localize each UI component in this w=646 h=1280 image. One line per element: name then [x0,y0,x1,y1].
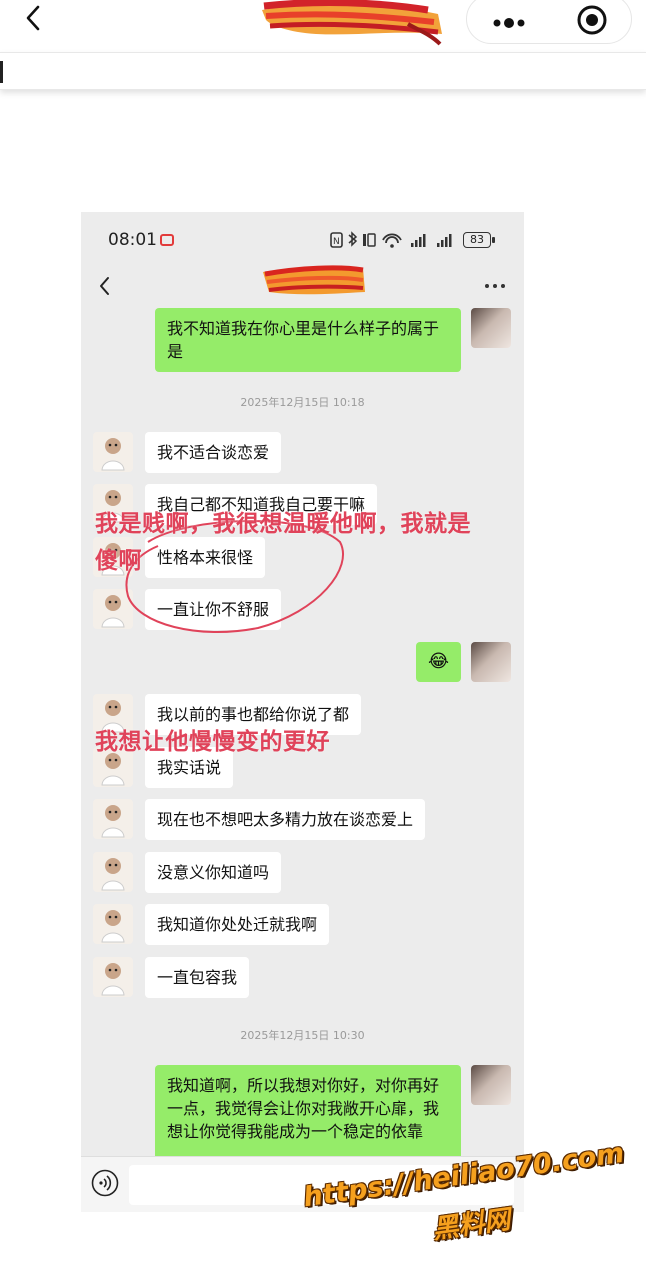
avatar-him-image [101,438,125,471]
avatar-him-image [101,858,125,891]
avatar-him [93,852,133,892]
mini-program-capsule [466,0,632,44]
avatar-him-image [101,910,125,943]
battery-indicator: 83 [463,232,491,248]
avatar-him [93,904,133,944]
status-time: 08:01 [108,230,157,250]
annotation-text: 我想让他慢慢变的更好 [95,729,330,755]
message-bubble-received: 我不适合谈恋爱 [145,432,282,473]
avatar-her [471,1065,511,1105]
avatar-him-image [101,963,125,996]
chat-back-icon[interactable] [95,274,115,298]
avatar-her [471,642,511,682]
chat-screenshot: 08:01 N 83 我不知道我在你心里是什么样子的属于是 2025年12月15… [81,212,524,1212]
chat-header [81,265,524,308]
avatar-her [471,308,511,348]
message-bubble-sent: 我不知道我在你心里是什么样子的属于是 [155,308,461,372]
screen-record-icon [160,234,174,246]
more-options-icon[interactable] [489,7,529,31]
timestamp: 2025年12月15日 10:18 [240,396,365,409]
avatar-him [93,957,133,997]
avatar-him [93,432,133,472]
address-bar[interactable] [0,52,646,90]
message-bubble-received: 一直包容我 [145,957,250,998]
message-bubble-received: 现在也不想吧太多精力放在谈恋爱上 [145,799,426,840]
redacted-name-scribble [263,265,365,295]
emoji-bubble-sent: 😂 [416,642,461,682]
svg-text:N: N [333,237,340,247]
battery-tip [492,237,495,243]
annotation-text: 我是贱啊，我很想温暖他啊，我就是 [95,511,471,537]
page: 08:01 N 83 我不知道我在你心里是什么样子的属于是 2025年12月15… [0,0,646,1280]
avatar-him [93,799,133,839]
avatar-him-image [101,805,125,838]
message-bubble-received: 我知道你处处迁就我啊 [145,904,330,945]
message-bubble-sent: 我知道啊，所以我想对你好，对你再好一点，我觉得会让你对我敞开心扉，我想让你觉得我… [155,1065,461,1165]
close-capsule-icon[interactable] [575,3,609,37]
timestamp: 2025年12月15日 10:30 [240,1029,365,1042]
chat-more-icon[interactable] [483,282,507,290]
annotation-text: 傻啊 [95,548,142,574]
voice-input-icon[interactable] [91,1169,119,1197]
message-bubble-received: 没意义你知道吗 [145,852,282,893]
back-arrow-icon[interactable] [20,4,48,32]
text-caret [0,61,3,83]
redacted-title-scribble [262,0,442,46]
top-bar [0,0,646,52]
phone-status-bar: 08:01 N 83 [81,212,524,268]
